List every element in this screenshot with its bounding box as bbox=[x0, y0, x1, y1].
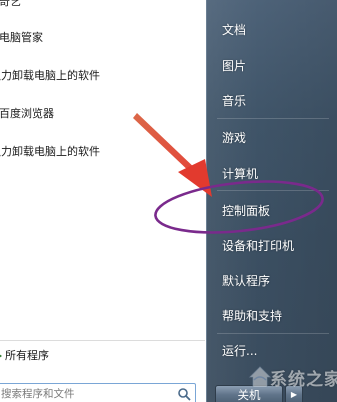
program-item-label: 强力卸载电脑上的软件 bbox=[0, 145, 100, 158]
all-programs-label: 所有程序 bbox=[5, 349, 49, 362]
places-item-help-support[interactable]: 帮助和支持 bbox=[222, 308, 282, 324]
places-item-control-panel[interactable]: 控制面板 bbox=[222, 203, 270, 219]
program-list-pane: 爱奇艺 电脑管家 强力卸载电脑上的软件 百度浏览器 强力卸载电脑上的软件 所有程… bbox=[0, 0, 206, 402]
places-item-devices-printers[interactable]: 设备和打印机 bbox=[222, 238, 294, 254]
all-programs-button[interactable]: 所有程序 bbox=[0, 346, 49, 366]
house-logo-icon bbox=[248, 366, 272, 388]
start-menu-screenshot: 爱奇艺 电脑管家 强力卸载电脑上的软件 百度浏览器 强力卸载电脑上的软件 所有程… bbox=[0, 0, 337, 402]
program-item-pc-manager[interactable]: 电脑管家 bbox=[0, 27, 205, 49]
places-item-run[interactable]: 运行... bbox=[222, 343, 257, 359]
program-item-label: 强力卸载电脑上的软件 bbox=[0, 69, 100, 82]
triangle-right-icon bbox=[0, 352, 2, 360]
search-input[interactable]: 搜索程序和文件 bbox=[0, 383, 196, 402]
places-separator bbox=[217, 190, 329, 191]
places-separator bbox=[217, 333, 329, 334]
places-item-default-programs[interactable]: 默认程序 bbox=[222, 273, 270, 289]
places-item-games[interactable]: 游戏 bbox=[222, 130, 246, 146]
program-item-iqiyi[interactable]: 爱奇艺 bbox=[0, 0, 205, 13]
program-item-uninstaller[interactable]: 强力卸载电脑上的软件 bbox=[0, 65, 205, 87]
search-placeholder: 搜索程序和文件 bbox=[1, 388, 75, 400]
program-item-label: 电脑管家 bbox=[0, 31, 43, 44]
watermark: 系统之家 bbox=[244, 358, 337, 402]
places-item-documents[interactable]: 文档 bbox=[222, 22, 246, 38]
places-item-music[interactable]: 音乐 bbox=[222, 93, 246, 109]
program-item-uninstaller-2[interactable]: 强力卸载电脑上的软件 bbox=[0, 141, 205, 163]
menu-separator bbox=[0, 340, 205, 341]
program-item-label: 爱奇艺 bbox=[0, 0, 21, 8]
program-item-label: 百度浏览器 bbox=[0, 107, 54, 120]
program-item-baidu-browser[interactable]: 百度浏览器 bbox=[0, 103, 205, 125]
places-item-pictures[interactable]: 图片 bbox=[222, 58, 246, 74]
places-item-computer[interactable]: 计算机 bbox=[222, 166, 258, 182]
search-icon[interactable] bbox=[177, 387, 191, 401]
places-separator bbox=[217, 118, 329, 119]
places-pane: 文档 图片 音乐 游戏 计算机 控制面板 设备和打印机 默认程序 帮助和支持 运… bbox=[206, 0, 337, 402]
watermark-text: 系统之家 bbox=[270, 370, 337, 390]
